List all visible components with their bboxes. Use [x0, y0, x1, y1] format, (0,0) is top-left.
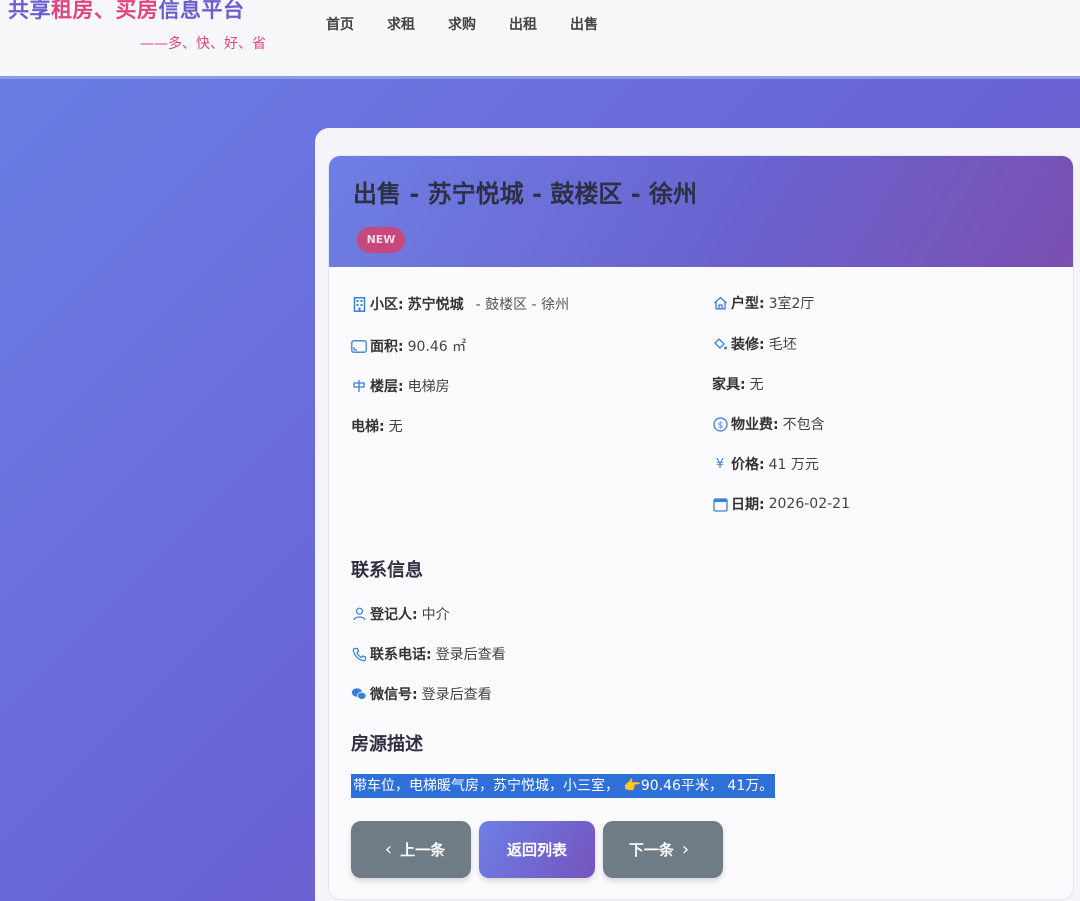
field-floor: 楼层: 电梯房: [351, 376, 450, 396]
field-label: 户型:: [731, 296, 765, 312]
contact-section-title: 联系信息: [351, 560, 423, 581]
site-header: 共享租房、买房信息平台 ——多、快、好、省 首页 求租 求购 出租 出售: [0, 0, 1080, 79]
field-label: 价格:: [731, 457, 765, 473]
phone-icon: [351, 646, 367, 662]
nav-seek-rent[interactable]: 求租: [387, 14, 415, 34]
logo-part-3: 信息平台: [158, 0, 245, 22]
field-decoration: 装修: 毛坯: [712, 334, 797, 354]
description-text: 带车位，电梯暖气房，苏宁悦城，小三室， 👉90.46平米， 41万。: [351, 774, 776, 798]
back-button-label: 返回列表: [506, 841, 567, 859]
community-name: 苏宁悦城: [407, 297, 464, 313]
floor-icon: [351, 378, 367, 394]
nav-home[interactable]: 首页: [326, 14, 354, 34]
wechat-icon: [351, 686, 367, 702]
field-wechat: 微信号: 登录后查看: [351, 684, 492, 704]
field-registrant: 登记人: 中介: [351, 604, 450, 624]
new-badge: NEW: [357, 227, 405, 253]
area-icon: [351, 338, 367, 354]
field-value: 中介: [421, 607, 450, 623]
field-value: 无: [749, 377, 764, 393]
field-layout: 户型: 3室2厅: [712, 293, 814, 313]
field-label: 电梯:: [351, 419, 385, 435]
phone-value[interactable]: 登录后查看: [436, 644, 506, 664]
field-property-fee: $ 物业费: 不包含: [712, 414, 825, 434]
field-label: 联系电话:: [370, 647, 432, 663]
field-value: 电梯房: [407, 379, 450, 395]
listing-header: 出售 - 苏宁悦城 - 鼓楼区 - 徐州 NEW: [329, 156, 1073, 267]
logo-slogan: ——多、快、好、省: [140, 36, 266, 52]
back-to-list-button[interactable]: 返回列表: [479, 821, 595, 878]
prev-button-label: 上一条: [400, 841, 446, 859]
coin-icon: $: [712, 416, 728, 432]
field-elevator: 电梯: 无: [351, 416, 403, 436]
logo-part-2: 租房、买房: [51, 0, 159, 22]
person-icon: [351, 606, 367, 622]
field-value: 90.46 ㎡: [407, 339, 467, 355]
yen-icon: ¥: [715, 456, 725, 472]
field-price: ¥ 价格: 41 万元: [712, 454, 819, 474]
field-label: 日期:: [731, 497, 765, 513]
site-logo[interactable]: 共享租房、买房信息平台: [8, 0, 245, 24]
field-furniture: 家具: 无: [712, 374, 764, 394]
description-section-title: 房源描述: [351, 734, 423, 755]
field-community: 小区: 苏宁悦城 - 鼓楼区 - 徐州: [351, 294, 569, 314]
prev-button[interactable]: ‹ 上一条: [351, 821, 471, 878]
building-icon: [351, 296, 367, 312]
nav-rent-out[interactable]: 出租: [509, 14, 537, 34]
field-label: 登记人:: [370, 607, 418, 623]
next-button-label: 下一条: [628, 841, 674, 859]
paint-icon: [712, 336, 728, 352]
chevron-left-icon: ‹: [384, 839, 393, 860]
listing-title: 出售 - 苏宁悦城 - 鼓楼区 - 徐州: [353, 180, 698, 208]
field-label: 物业费:: [731, 417, 779, 433]
field-value: 41 万元: [768, 457, 819, 473]
field-date: 日期: 2026-02-21: [712, 494, 850, 514]
field-area: 面积: 90.46 ㎡: [351, 336, 466, 356]
next-button[interactable]: 下一条 ›: [603, 821, 723, 878]
field-label: 家具:: [712, 377, 746, 393]
chevron-right-icon: ›: [681, 839, 690, 860]
wechat-value[interactable]: 登录后查看: [422, 684, 492, 704]
field-value: 无: [388, 419, 403, 435]
field-label: 面积:: [370, 339, 404, 355]
house-icon: [712, 295, 728, 311]
field-value: 不包含: [782, 417, 825, 433]
field-label: 装修:: [731, 337, 765, 353]
field-label: 微信号:: [370, 687, 418, 703]
calendar-icon: [712, 496, 728, 512]
field-value: 3室2厅: [768, 296, 815, 312]
main-nav: 首页 求租 求购 出租 出售: [326, 14, 631, 34]
nav-sell[interactable]: 出售: [570, 14, 598, 34]
listing-card: 出售 - 苏宁悦城 - 鼓楼区 - 徐州 NEW 小区: 苏宁悦城 - 鼓楼区 …: [328, 155, 1074, 900]
field-value: 2026-02-21: [768, 496, 850, 512]
field-value: 毛坯: [768, 337, 797, 353]
svg-text:$: $: [717, 421, 723, 431]
logo-part-1: 共享: [8, 0, 51, 22]
field-label: 楼层:: [370, 379, 404, 395]
community-location: - 鼓楼区 - 徐州: [475, 297, 570, 313]
nav-seek-buy[interactable]: 求购: [448, 14, 476, 34]
field-phone: 联系电话: 登录后查看: [351, 644, 506, 664]
field-label: 小区:: [370, 297, 404, 313]
